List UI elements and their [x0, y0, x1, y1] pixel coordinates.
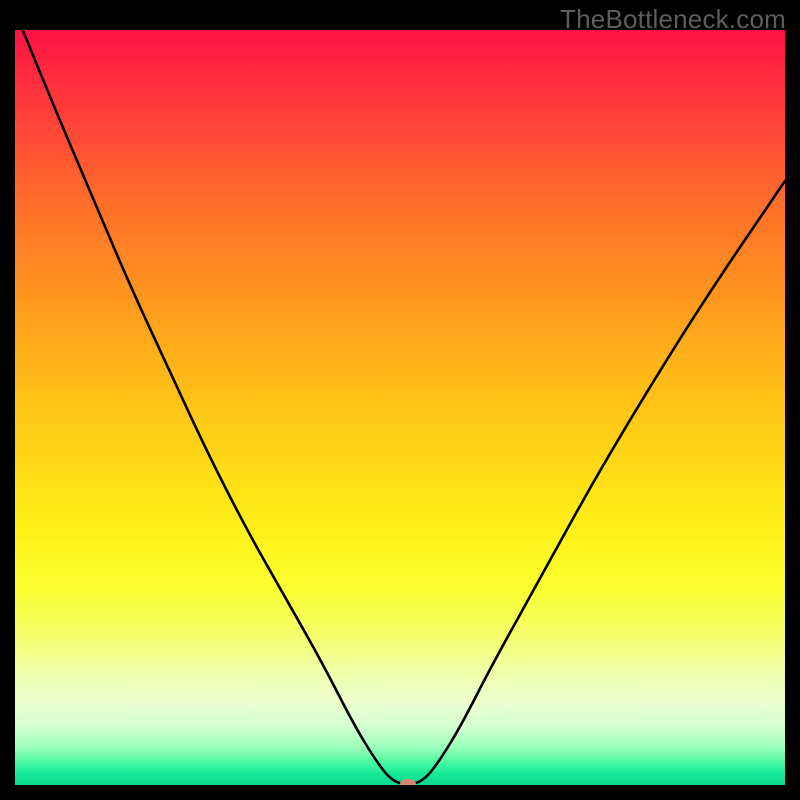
- curve-svg: [15, 30, 785, 785]
- chart-frame: TheBottleneck.com: [0, 0, 800, 800]
- watermark-text: TheBottleneck.com: [560, 4, 786, 35]
- bottleneck-curve: [23, 30, 785, 784]
- plot-area: [15, 30, 785, 785]
- minimum-marker: [400, 779, 416, 785]
